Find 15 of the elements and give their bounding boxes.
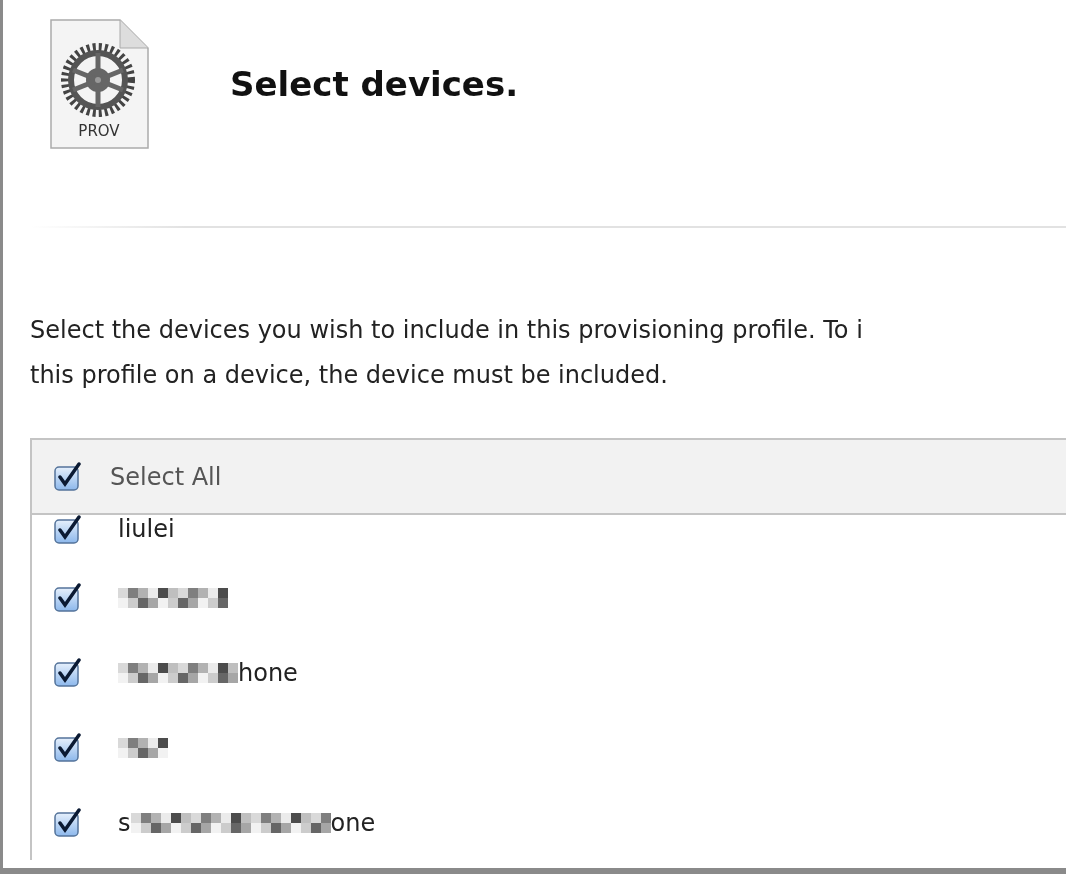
device-name: s <box>118 808 131 837</box>
device-name: liulei <box>118 515 175 543</box>
checkbox[interactable] <box>54 732 82 763</box>
checkbox[interactable] <box>54 807 82 838</box>
page-title: Select devices. <box>230 64 519 104</box>
checkbox[interactable] <box>54 515 82 545</box>
device-name: hone <box>238 658 298 687</box>
device-name: one <box>330 808 376 837</box>
select-all-label[interactable]: Select All <box>110 462 222 491</box>
instructions-text: Select the devices you wish to include in this provisioning profile. To i this profile on a device, the device must be included. <box>30 315 864 391</box>
checkbox[interactable] <box>54 657 82 688</box>
pixelated-text <box>118 737 168 758</box>
checkbox[interactable] <box>54 461 82 492</box>
checkbox[interactable] <box>54 582 82 613</box>
provisioning-file-icon: PROV <box>48 18 150 150</box>
